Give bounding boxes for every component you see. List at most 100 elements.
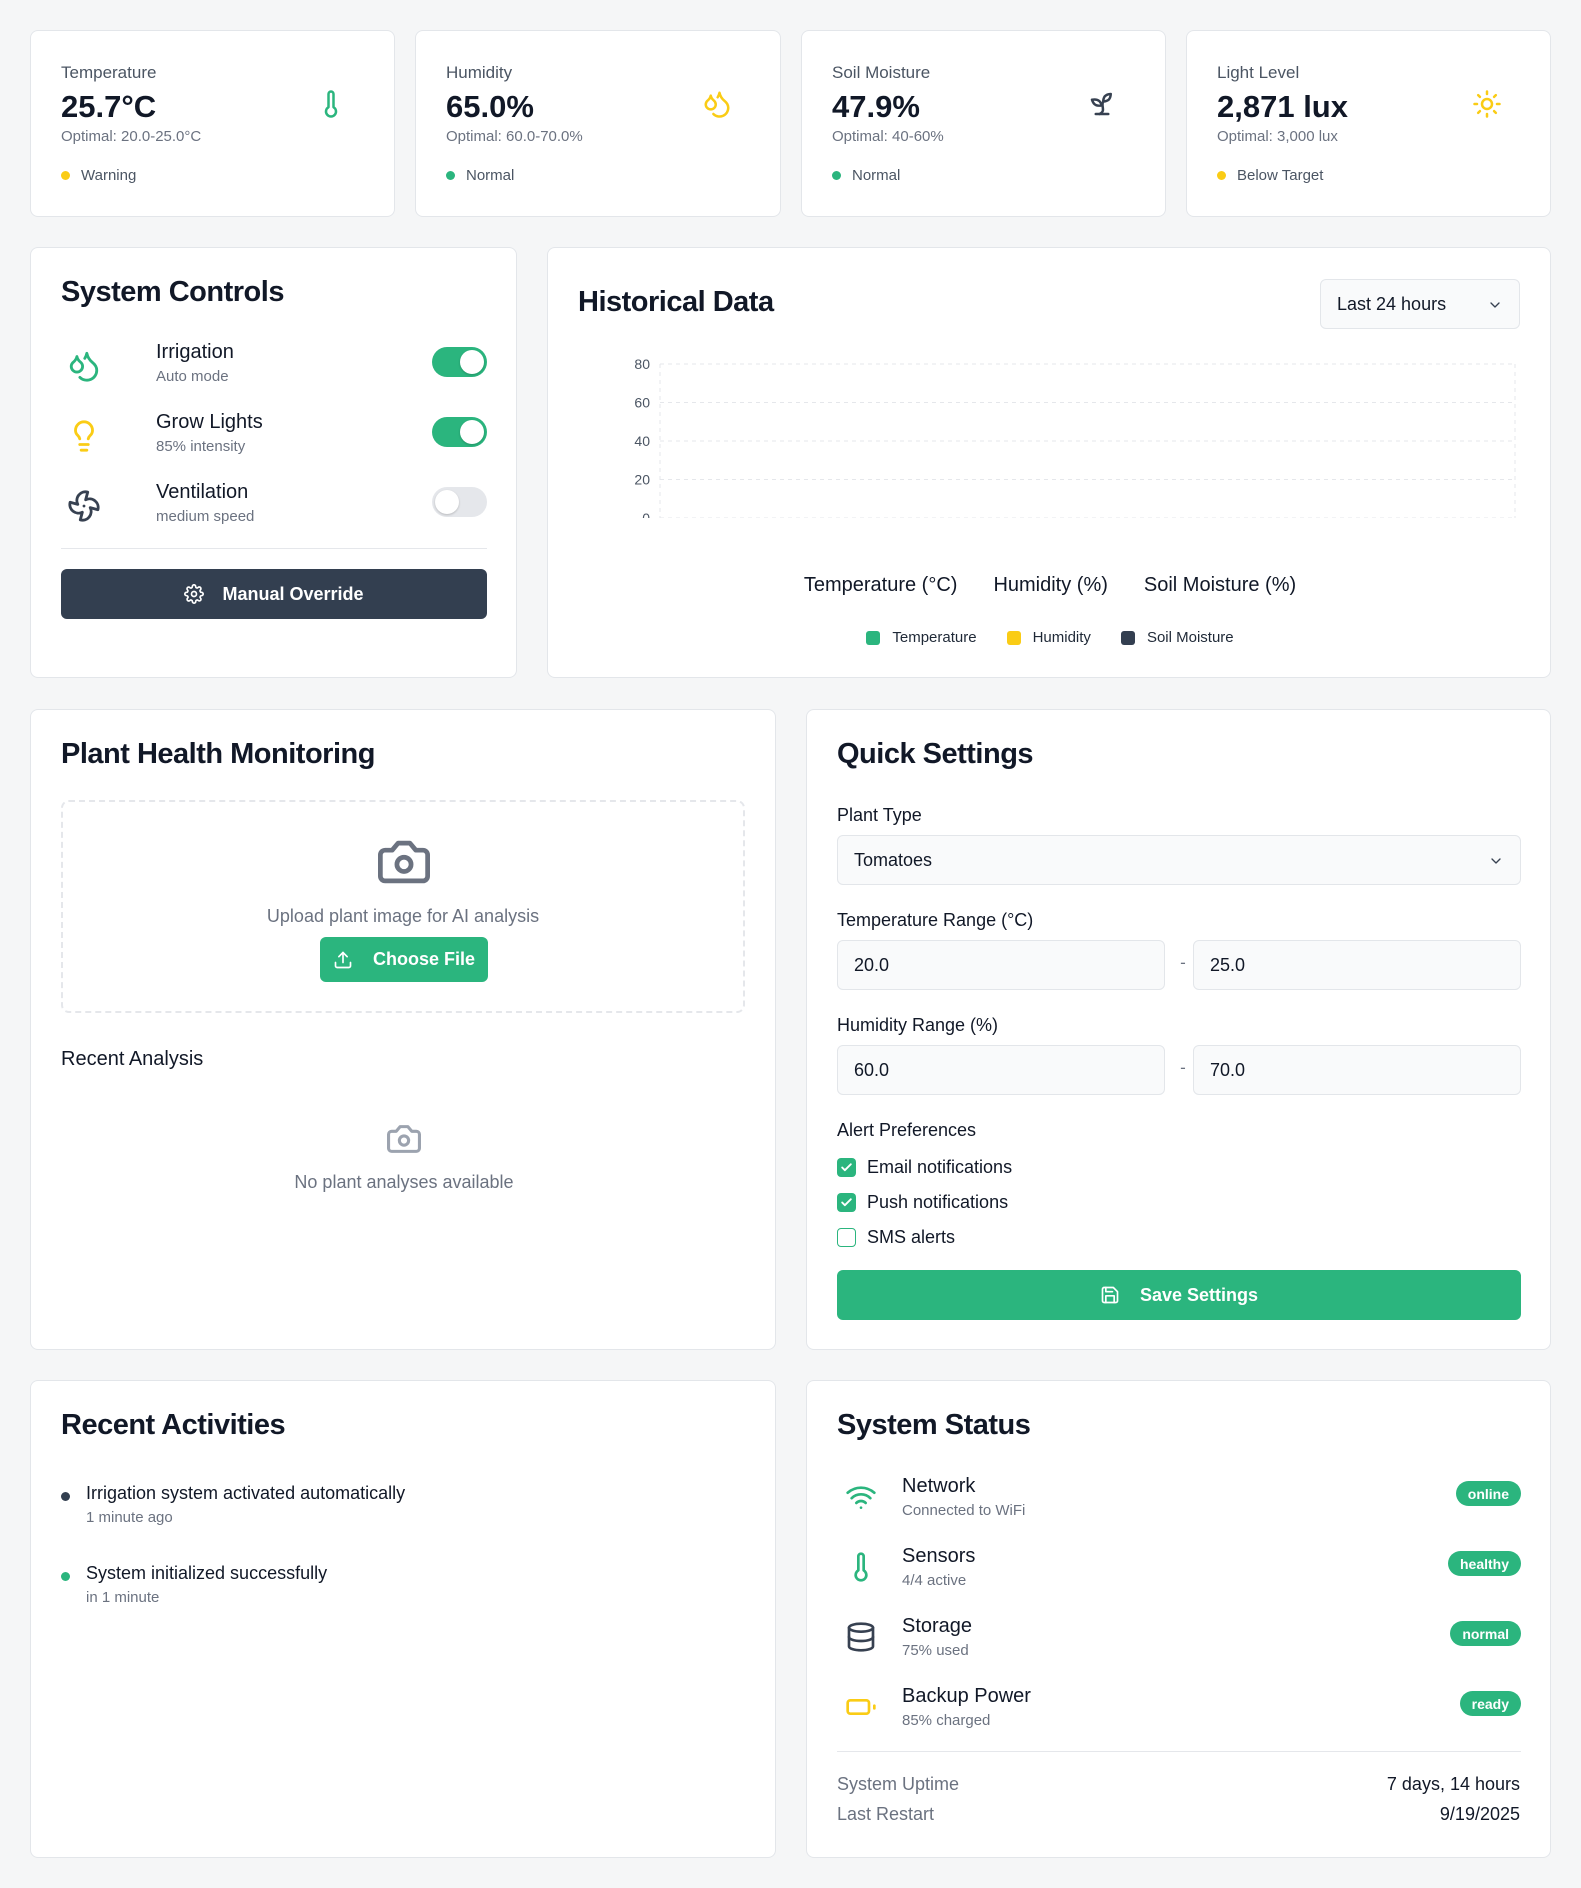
irrigation-toggle[interactable]	[432, 347, 487, 377]
card-title: Plant Health Monitoring	[61, 738, 375, 770]
choose-file-button[interactable]: Choose File	[320, 937, 488, 982]
toggle-knob	[435, 490, 459, 514]
metric-card-light-level: Light Level 2,871 lux Optimal: 3,000 lux…	[1186, 30, 1551, 217]
activity-text: System initialized successfully	[86, 1563, 328, 1583]
activity-dot	[61, 1492, 70, 1501]
status-sub: 75% used	[902, 1642, 969, 1659]
metric-value: 47.9%	[832, 89, 920, 124]
status-dot	[832, 171, 841, 180]
chevron-down-icon	[1491, 858, 1501, 864]
y-tick-label: 40	[634, 433, 650, 449]
sprout-icon	[1090, 92, 1112, 116]
historical-data-card: Historical Data Last 24 hours 0204060800…	[547, 247, 1551, 678]
metric-card-soil-moisture: Soil Moisture 47.9% Optimal: 40-60% Norm…	[801, 30, 1166, 217]
last-restart-label: Last Restart	[837, 1804, 935, 1824]
humidity-max-value: 70.0	[1210, 1059, 1246, 1080]
toggle-knob	[460, 350, 484, 374]
status-text: Below Target	[1237, 167, 1324, 184]
status-dot	[446, 171, 455, 180]
range-dash: -	[1180, 953, 1186, 972]
range-select[interactable]: Last 24 hours	[1320, 279, 1520, 329]
gear-icon	[184, 584, 205, 604]
status-badge: ready	[1459, 1691, 1521, 1716]
chart-legend: Temperature Humidity Soil Moisture	[548, 629, 1552, 646]
temperature-min-input[interactable]: 20.0	[837, 940, 1165, 990]
manual-override-button[interactable]: Manual Override	[61, 569, 487, 619]
checkbox-box[interactable]	[837, 1228, 856, 1247]
activity-text: Irrigation system activated automaticall…	[86, 1483, 406, 1503]
status-sub: 4/4 active	[902, 1572, 967, 1589]
camera-icon	[386, 1125, 421, 1153]
card-title: System Controls	[61, 276, 284, 308]
plant-type-label: Plant Type	[837, 805, 922, 825]
y-tick-label: 0	[642, 510, 650, 518]
metric-optimal: Optimal: 20.0-25.0°C	[61, 128, 202, 145]
status-text: Warning	[81, 167, 137, 184]
status-badge: healthy	[1447, 1551, 1521, 1576]
ventilation-toggle[interactable]	[432, 487, 487, 517]
choose-file-label: Choose File	[372, 949, 475, 969]
plant-type-select[interactable]: Tomatoes	[837, 835, 1521, 885]
grow-lights-toggle[interactable]	[432, 417, 487, 447]
metric-value: 25.7°C	[61, 89, 157, 124]
legend-swatch	[1006, 630, 1021, 645]
legend-label: Temperature	[892, 629, 977, 646]
legend-swatch	[866, 630, 881, 645]
status-badge: online	[1455, 1481, 1521, 1506]
legend-label: Humidity	[1032, 629, 1091, 646]
activity-dot	[61, 1572, 70, 1581]
metric-optimal: Optimal: 60.0-70.0%	[446, 128, 583, 145]
y-tick-label: 60	[634, 395, 650, 411]
card-title: Historical Data	[578, 286, 774, 318]
check-icon	[841, 1198, 852, 1207]
email-notifications-checkbox[interactable]: Email notifications	[837, 1157, 1012, 1178]
save-settings-label: Save Settings	[1139, 1284, 1259, 1305]
control-irrigation: Irrigation Auto mode	[61, 341, 487, 397]
metric-value: 65.0%	[446, 89, 534, 124]
upload-icon	[334, 951, 352, 968]
activity-time: in 1 minute	[86, 1589, 160, 1606]
status-name: Network	[902, 1475, 976, 1497]
status-indicator: Normal	[832, 167, 900, 184]
recent-activities-card: Recent Activities Irrigation system acti…	[30, 1380, 776, 1858]
status-name: Sensors	[902, 1545, 976, 1567]
system-status-card: System Status Network Connected to WiFi …	[806, 1380, 1551, 1858]
temperature-range-label: Temperature Range (°C)	[837, 910, 1034, 930]
checkbox-label: Push notifications	[867, 1192, 1009, 1212]
wifi-icon	[846, 1486, 876, 1509]
status-name: Storage	[902, 1615, 973, 1637]
legend-item-temperature: Temperature	[866, 629, 977, 646]
temperature-min-value: 20.0	[854, 954, 890, 975]
status-row-sensors: Sensors 4/4 active healthy	[837, 1545, 1521, 1601]
temperature-max-input[interactable]: 25.0	[1193, 940, 1521, 990]
metric-label: Temperature	[61, 63, 157, 82]
status-indicator: Normal	[446, 167, 514, 184]
checkbox-box[interactable]	[837, 1193, 856, 1212]
status-sub: Connected to WiFi	[902, 1502, 1026, 1519]
range-select-value: Last 24 hours	[1337, 293, 1447, 314]
humidity-max-input[interactable]: 70.0	[1193, 1045, 1521, 1095]
status-indicator: Warning	[61, 167, 136, 184]
card-title: Quick Settings	[837, 738, 1034, 770]
sms-alerts-checkbox[interactable]: SMS alerts	[837, 1227, 955, 1248]
range-dash: -	[1180, 1058, 1186, 1077]
save-settings-button[interactable]: Save Settings	[837, 1270, 1521, 1320]
thermometer-icon	[324, 90, 338, 118]
card-title: Recent Activities	[61, 1409, 286, 1441]
plant-type-value: Tomatoes	[854, 849, 933, 870]
push-notifications-checkbox[interactable]: Push notifications	[837, 1192, 1008, 1213]
thermometer-icon	[854, 1552, 868, 1582]
legend-item-soil-moisture: Soil Moisture	[1120, 629, 1234, 646]
upload-dropzone[interactable]: Upload plant image for AI analysis Choos…	[61, 800, 745, 1013]
uptime-value: 7 days, 14 hours	[1386, 1774, 1520, 1794]
metric-optimal: Optimal: 3,000 lux	[1217, 128, 1338, 145]
checkbox-box[interactable]	[837, 1158, 856, 1177]
droplets-icon	[704, 91, 730, 118]
status-row-network: Network Connected to WiFi online	[837, 1475, 1521, 1531]
checkbox-label: SMS alerts	[867, 1227, 956, 1247]
humidity-min-input[interactable]: 60.0	[837, 1045, 1165, 1095]
metric-optimal: Optimal: 40-60%	[832, 128, 944, 145]
status-indicator: Below Target	[1217, 167, 1323, 184]
card-title: System Status	[837, 1409, 1031, 1441]
metric-label: Soil Moisture	[832, 63, 931, 82]
